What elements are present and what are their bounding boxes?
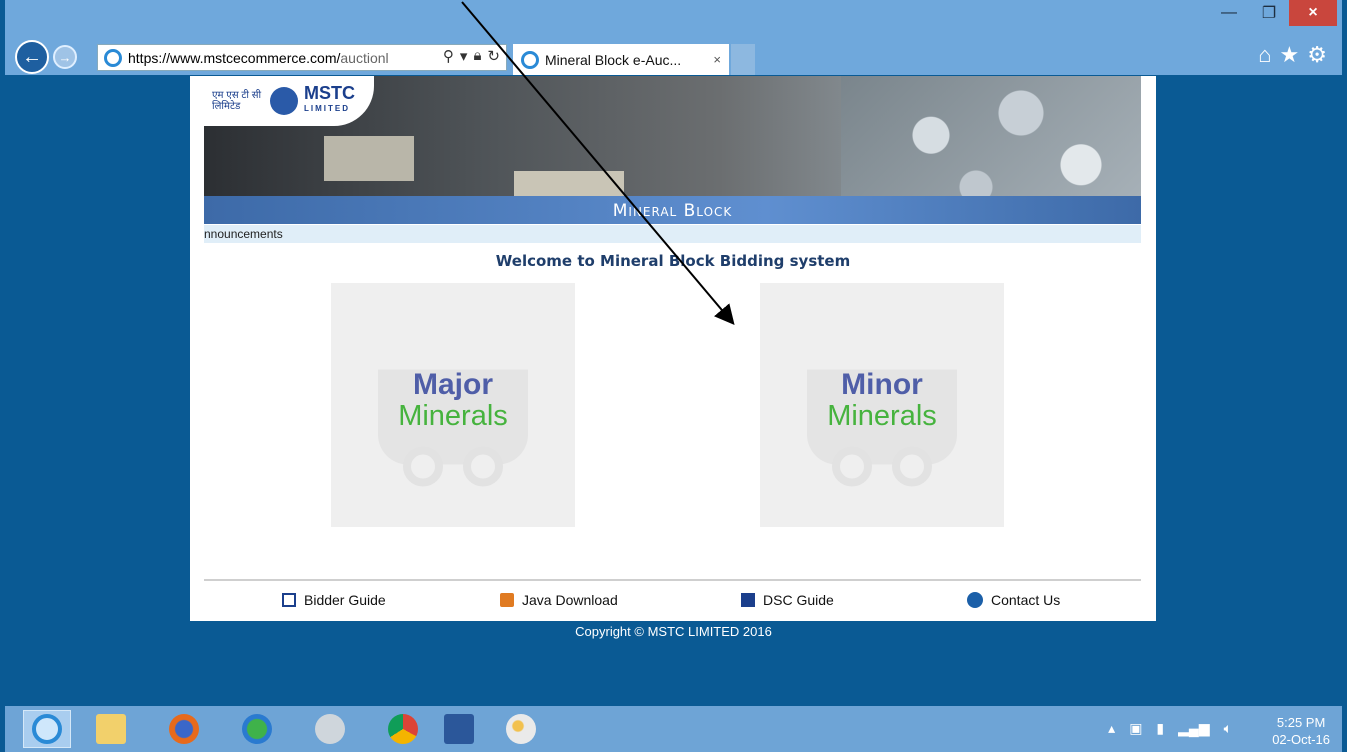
bidder-guide-link[interactable]: Bidder Guide [282, 592, 386, 608]
paint-icon [506, 714, 536, 744]
footer-link-label: DSC Guide [763, 592, 834, 608]
chrome-icon [388, 714, 418, 744]
network-error-icon[interactable]: ▣ [1129, 720, 1142, 737]
network-globe-icon [242, 714, 272, 744]
logo-hindi-text: एम एस टी सी लिमिटेड [212, 90, 262, 112]
close-window-button[interactable]: × [1289, 0, 1337, 26]
contact-icon [967, 592, 983, 608]
card-title-line1: Minor [841, 368, 923, 401]
tab-favicon-icon [521, 50, 539, 69]
browser-tab[interactable]: Mineral Block e-Auc... × [513, 44, 729, 75]
new-tab-button[interactable] [731, 44, 755, 75]
announcements-marquee[interactable]: nnouncements [204, 225, 1141, 243]
footer-links: Bidder Guide Java Download DSC Guide Con… [190, 592, 1156, 612]
clock-time: 5:25 PM [1276, 715, 1326, 730]
internet-explorer-icon [32, 714, 62, 744]
copyright-text: Copyright © MSTC LIMITED 2016 [575, 624, 772, 639]
home-icon[interactable]: ⌂ [1258, 42, 1271, 68]
clock-date: 02-Oct-16 [1272, 732, 1330, 747]
cart-wheel-icon [832, 446, 872, 487]
window-controls: — ❐ × [1209, 0, 1337, 30]
card-title-line2: Minerals [827, 400, 937, 432]
chevron-down-icon[interactable]: ▾ [460, 47, 468, 65]
contact-us-link[interactable]: Contact Us [967, 592, 1060, 608]
welcome-heading: Welcome to Mineral Block Bidding system [495, 252, 851, 270]
cart-wheel-icon [463, 446, 503, 487]
taskbar-file-explorer[interactable] [87, 710, 135, 748]
browser-chrome: — ❐ × ← → https://www.mstcecommerce.com/… [5, 0, 1342, 75]
back-button[interactable]: ← [15, 40, 49, 74]
tools-icon [315, 714, 345, 744]
taskbar-chrome[interactable] [379, 710, 427, 748]
refresh-icon[interactable]: ↻ [487, 47, 500, 65]
mstc-logo[interactable]: एम एस टी सी लिमिटेड MSTC LIMITED [204, 76, 374, 126]
word-icon [444, 714, 474, 744]
taskbar-firefox[interactable] [160, 710, 208, 748]
address-tools: ⚲ ▾ 🔒︎ ↻ [443, 47, 500, 65]
minor-minerals-card[interactable]: Minor Minerals [760, 283, 1004, 527]
logo-sub: LIMITED [304, 104, 350, 113]
taskbar-paint[interactable] [497, 710, 545, 748]
footer-link-label: Contact Us [991, 592, 1061, 608]
browser-toolbar-right: ⌂ ★ ⚙ [1258, 42, 1327, 68]
favorites-star-icon[interactable]: ★ [1280, 42, 1300, 68]
banner-title: Mineral Block [612, 201, 733, 221]
dsc-guide-link[interactable]: DSC Guide [741, 592, 834, 608]
address-bar[interactable]: https://www.mstcecommerce.com/ auctionl … [97, 44, 507, 71]
chevron-up-icon[interactable]: ▴ [1108, 720, 1115, 737]
major-minerals-card[interactable]: Major Minerals [331, 283, 575, 527]
arrow-left-icon: ← [22, 45, 42, 68]
card-title-line1: Major [412, 368, 493, 401]
cart-wheel-icon [892, 446, 932, 487]
clock[interactable]: 5:25 PM 02-Oct-16 [1272, 714, 1330, 748]
settings-gear-icon[interactable]: ⚙ [1307, 42, 1327, 68]
footer-divider [204, 579, 1141, 581]
taskbar-word[interactable] [435, 710, 483, 748]
java-download-link[interactable]: Java Download [500, 592, 618, 608]
system-tray: ▴ ▣ ▮ ▂▄▆ 🔈︎ [1108, 720, 1232, 737]
battery-icon[interactable]: ▮ [1156, 720, 1164, 737]
site-banner: Mineral Block एम एस टी सी लिमिटेड MSTC L… [204, 76, 1141, 224]
taskbar-network-globe[interactable] [233, 710, 281, 748]
forward-button[interactable]: → [53, 45, 77, 69]
web-page: Mineral Block एम एस टी सी लिमिटेड MSTC L… [190, 76, 1156, 621]
globe-icon [270, 87, 298, 115]
firefox-icon [169, 714, 199, 744]
cart-wheel-icon [403, 446, 443, 487]
logo-text: MSTC LIMITED [304, 83, 355, 117]
footer-link-label: Java Download [522, 592, 618, 608]
taskbar-internet-explorer[interactable] [23, 710, 71, 748]
arrow-right-icon: → [58, 49, 72, 65]
banner-truck-image [324, 136, 414, 181]
book-icon [741, 593, 755, 607]
document-icon [282, 593, 296, 607]
footer-link-label: Bidder Guide [304, 592, 386, 608]
tab-title: Mineral Block e-Auc... [545, 51, 682, 68]
signal-icon[interactable]: ▂▄▆ [1178, 720, 1209, 737]
ie-favicon-icon [104, 48, 122, 67]
taskbar-tools[interactable] [306, 710, 354, 748]
search-icon[interactable]: ⚲ [443, 47, 454, 65]
url-path: auctionl [340, 49, 389, 66]
logo-name: MSTC [304, 83, 355, 103]
java-icon [500, 593, 514, 607]
taskbar: ▴ ▣ ▮ ▂▄▆ 🔈︎ 5:25 PM 02-Oct-16 [5, 706, 1342, 752]
file-explorer-icon [96, 714, 126, 744]
volume-icon[interactable]: 🔈︎ [1224, 720, 1232, 737]
browser-window: — ❐ × ← → https://www.mstcecommerce.com/… [0, 0, 1347, 752]
lock-icon[interactable]: 🔒︎ [473, 47, 481, 65]
maximize-button[interactable]: ❐ [1249, 0, 1289, 26]
card-title-line2: Minerals [398, 400, 508, 432]
url-host: https://www.mstcecommerce.com/ [128, 49, 341, 66]
minimize-button[interactable]: — [1209, 0, 1249, 26]
tab-close-icon[interactable]: × [713, 52, 721, 67]
